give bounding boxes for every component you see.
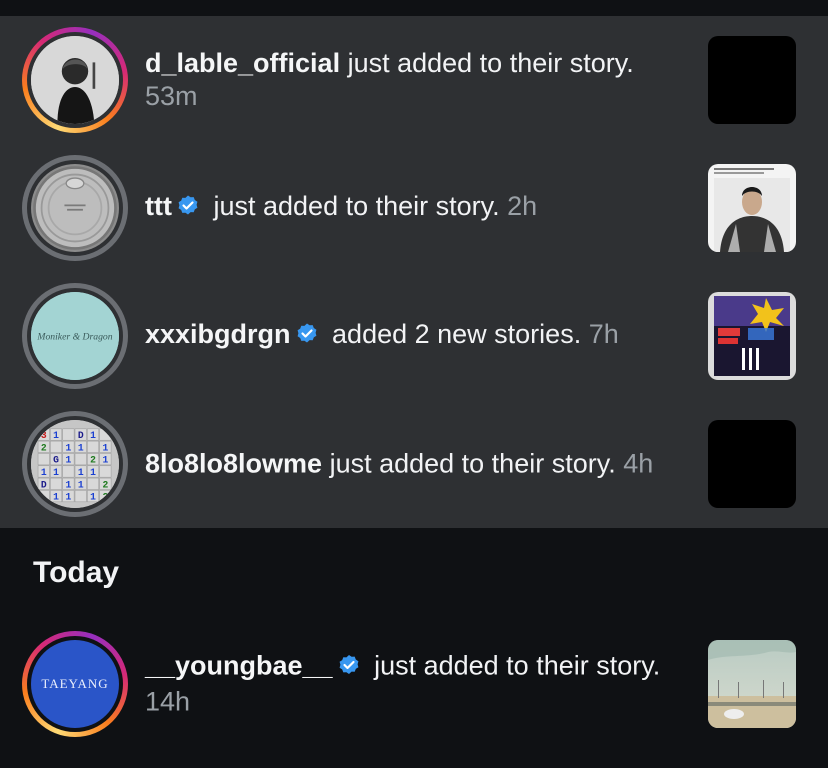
- minesweeper-cell-number: 2: [41, 442, 47, 453]
- story-ring-seen[interactable]: [22, 155, 128, 261]
- minesweeper-cell: [62, 465, 75, 478]
- can-lid-image: [31, 164, 119, 252]
- minesweeper-cell-number: 2: [102, 492, 108, 503]
- story-thumbnail[interactable]: [708, 292, 796, 380]
- stage-photo-thumbnail: [708, 292, 796, 380]
- action-text: just added to their story.: [340, 48, 634, 78]
- username[interactable]: 8lo8lo8lowme: [145, 449, 322, 479]
- minesweeper-cell-number: 1: [65, 479, 71, 490]
- minesweeper-cell: [74, 490, 87, 503]
- minesweeper-cell: [99, 465, 112, 478]
- minesweeper-cell-number: 1: [78, 442, 84, 453]
- avatar: [31, 36, 119, 124]
- story-thumbnail[interactable]: [708, 164, 796, 252]
- notification-row[interactable]: ttt just added to their story. 2h: [0, 144, 828, 272]
- minesweeper-avatar-image: 3 1 D 12 1 1 1G 1 2 11 1 1 1D 1 1 21 1 1 2: [31, 420, 119, 508]
- story-thumbnail[interactable]: [708, 36, 796, 124]
- person-photo: [31, 36, 119, 124]
- minesweeper-cell-number: 1: [78, 479, 84, 490]
- timestamp: 7h: [588, 319, 619, 349]
- minesweeper-cell: [87, 440, 100, 453]
- action-text: just added to their story.: [205, 191, 500, 221]
- minesweeper-cell: [37, 490, 50, 503]
- minesweeper-cell-number: 1: [65, 455, 71, 466]
- minesweeper-cell-number: 1: [41, 467, 47, 478]
- minesweeper-cell-number: 3: [41, 430, 47, 441]
- username[interactable]: ttt: [145, 191, 172, 221]
- timestamp: 4h: [623, 448, 654, 479]
- notification-row[interactable]: TAEYANG __youngbae__ just added to their…: [0, 624, 828, 744]
- avatar: TAEYANG: [31, 640, 119, 728]
- minesweeper-cell-number: 1: [65, 492, 71, 503]
- earlier-notifications: d_lable_official just added to their sto…: [0, 16, 828, 528]
- man-photo-thumbnail: [708, 164, 796, 252]
- timestamp: 53m: [145, 81, 198, 111]
- minesweeper-cell-number: 1: [102, 455, 108, 466]
- minesweeper-cell-number: 1: [90, 467, 96, 478]
- notification-text: __youngbae__ just added to their story. …: [145, 650, 678, 719]
- notification-row[interactable]: Moniker & Dragon xxxibgdrgn added 2 new …: [0, 272, 828, 400]
- action-text: just added to their story.: [366, 650, 661, 681]
- avatar: Moniker & Dragon: [31, 292, 119, 380]
- minesweeper-cell-number: 1: [53, 467, 59, 478]
- story-ring-seen[interactable]: 31D12111G1211111D1121112: [22, 411, 128, 517]
- verified-badge-icon: [337, 653, 361, 686]
- minesweeper-cell-number: 1: [90, 492, 96, 503]
- minesweeper-cell: [50, 440, 63, 453]
- story-thumbnail[interactable]: [708, 420, 796, 508]
- username[interactable]: xxxibgdrgn: [145, 319, 291, 349]
- avatar-logo-text: Moniker & Dragon: [36, 332, 112, 343]
- avatar: 31D12111G1211111D1121112: [31, 420, 119, 508]
- notification-text: 8lo8lo8lowme just added to their story. …: [145, 448, 678, 481]
- minesweeper-cell: [62, 428, 75, 441]
- top-strip: [0, 0, 828, 16]
- minesweeper-cell-number: 1: [53, 492, 59, 503]
- notification-text: d_lable_official just added to their sto…: [145, 47, 678, 113]
- minesweeper-cell-number: 1: [90, 430, 96, 441]
- section-title-today: Today: [33, 556, 120, 589]
- minesweeper-cell: [99, 428, 112, 441]
- action-text: just added to their story.: [322, 448, 616, 479]
- avatar: [31, 164, 119, 252]
- action-text: added 2 new stories.: [324, 319, 582, 349]
- verified-badge-icon: [295, 321, 319, 354]
- minesweeper-cell-number: 1: [53, 430, 59, 441]
- story-ring-unseen[interactable]: TAEYANG: [22, 631, 128, 737]
- notification-row[interactable]: d_lable_official just added to their sto…: [0, 16, 828, 144]
- minesweeper-cell: [74, 453, 87, 466]
- story-ring-seen[interactable]: Moniker & Dragon: [22, 283, 128, 389]
- notification-row[interactable]: 31D12111G1211111D1121112 8lo8lo8lowme ju…: [0, 400, 828, 528]
- minesweeper-cell-number: D: [41, 479, 47, 490]
- timestamp: 14h: [145, 686, 191, 717]
- minesweeper-cell-number: 2: [90, 455, 96, 466]
- story-ring-unseen[interactable]: [22, 27, 128, 133]
- logo-avatar-image: Moniker & Dragon: [31, 292, 119, 380]
- story-thumbnail[interactable]: [708, 640, 796, 728]
- minesweeper-cell-number: 2: [102, 479, 108, 490]
- timestamp: 2h: [507, 191, 538, 221]
- verified-badge-icon: [176, 193, 200, 226]
- minesweeper-cell: [37, 453, 50, 466]
- minesweeper-cell-number: D: [78, 430, 84, 441]
- notification-text: xxxibgdrgn added 2 new stories. 7h: [145, 318, 678, 354]
- avatar-logo-text: TAEYANG: [41, 676, 109, 691]
- username[interactable]: d_lable_official: [145, 48, 340, 78]
- notification-text: ttt just added to their story. 2h: [145, 190, 678, 226]
- desert-photo-thumbnail: [708, 640, 796, 728]
- minesweeper-cell: [50, 477, 63, 490]
- username[interactable]: __youngbae__: [145, 651, 333, 681]
- minesweeper-cell-number: 1: [65, 442, 71, 453]
- minesweeper-cell-number: 1: [102, 442, 108, 453]
- minesweeper-cell: [87, 477, 100, 490]
- minesweeper-cell-number: G: [53, 455, 59, 466]
- minesweeper-cell-number: 1: [78, 467, 84, 478]
